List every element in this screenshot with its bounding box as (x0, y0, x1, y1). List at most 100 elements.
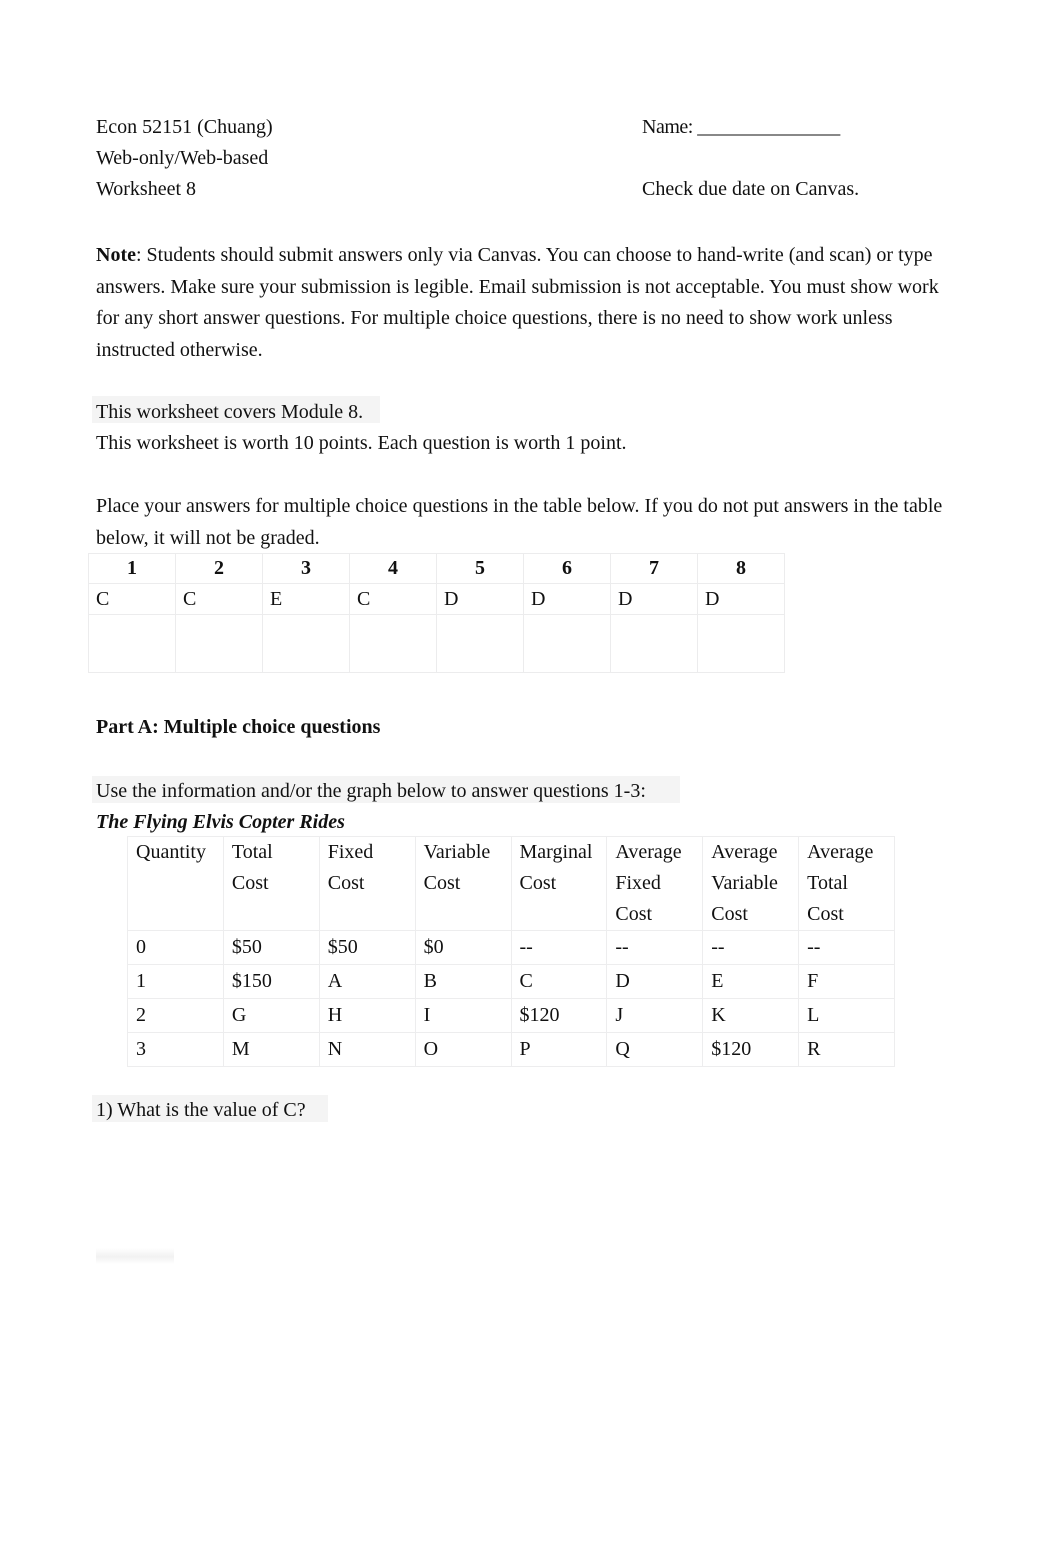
answer-number-cell: 7 (610, 553, 698, 584)
header-line: Quantity (136, 841, 206, 863)
header-line: Marginal (519, 841, 593, 863)
answer-number-row: 1 2 3 4 5 6 7 8 (88, 553, 785, 584)
cost-cell: P (510, 1032, 608, 1067)
cost-table-row: 3 M N O P Q $120 R (127, 1032, 895, 1067)
cost-cell: $150 (222, 964, 320, 999)
answer-value-cell[interactable]: D (610, 583, 698, 615)
cost-cell: H (318, 998, 416, 1033)
cost-cell: F (798, 964, 895, 999)
header-line: Total (807, 872, 848, 894)
firm-name-subheading: The Flying Elvis Copter Rides (96, 811, 345, 833)
answer-spacer-cell (523, 614, 611, 673)
header-line: Cost (327, 872, 365, 894)
answer-spacer-row (88, 614, 785, 673)
cost-cell: $120 (702, 1032, 800, 1067)
points-line: This worksheet is worth 10 points. Each … (96, 432, 627, 454)
note-label: Note (96, 244, 136, 266)
answer-number-cell: 8 (697, 553, 785, 584)
cost-table-row: 1 $150 A B C D E F (127, 964, 895, 999)
answer-number-cell: 5 (436, 553, 524, 584)
cost-table-header-cell: Total Cost (222, 836, 320, 931)
cost-cell: B (414, 964, 512, 999)
answer-number-cell: 6 (523, 553, 611, 584)
answer-number-cell: 2 (175, 553, 263, 584)
cost-cell: G (222, 998, 320, 1033)
cost-cell: $50 (318, 930, 416, 965)
answer-value-cell[interactable]: C (349, 583, 437, 615)
header-line: Cost (231, 872, 269, 894)
header-line: Cost (615, 903, 653, 925)
cost-cell: C (510, 964, 608, 999)
cost-cell: 3 (127, 1032, 224, 1067)
cost-cell: -- (702, 930, 800, 965)
cost-cell: $50 (222, 930, 320, 965)
cost-table-row: 2 G H I $120 J K L (127, 998, 895, 1033)
cost-cell: 0 (127, 930, 224, 965)
cost-data-table: Quantity Total Cost Fixed Cost Variable Cos… (127, 836, 895, 1067)
cost-cell: R (798, 1032, 895, 1067)
answer-spacer-cell (697, 614, 785, 673)
module-coverage-line: This worksheet covers Module 8. (96, 401, 364, 423)
cost-table-header-row: Quantity Total Cost Fixed Cost Variable Cos… (127, 836, 895, 931)
answer-value-cell[interactable]: D (436, 583, 524, 615)
answer-spacer-cell (610, 614, 698, 673)
header-line: Average (711, 841, 778, 863)
answer-spacer-cell (175, 614, 263, 673)
place-answers-instruction: Place your answers for multiple choice q… (96, 495, 943, 549)
header-line: Cost (423, 872, 461, 894)
cost-cell: -- (510, 930, 608, 965)
document-header: Econ 52151 (Chuang) Name: ______________… (96, 112, 976, 205)
header-line: Fixed (615, 872, 661, 894)
header-line: Cost (711, 903, 748, 925)
answer-number-cell: 3 (262, 553, 350, 584)
cost-cell: O (414, 1032, 512, 1067)
note-body: : Students should submit answers only vi… (96, 244, 939, 361)
header-line: Total (231, 841, 273, 863)
cost-table-header-cell: Marginal Cost (510, 836, 608, 931)
course-title: Econ 52151 (Chuang) (96, 116, 273, 138)
answer-value-cell[interactable]: D (697, 583, 785, 615)
cost-table-header-cell: Fixed Cost (318, 836, 416, 931)
answer-number-cell: 1 (88, 553, 176, 584)
course-modality: Web-only/Web-based (96, 147, 269, 169)
cost-cell: I (414, 998, 512, 1033)
cost-table-header-cell: Average Variable Cost (702, 836, 800, 931)
cost-cell: 2 (127, 998, 224, 1033)
name-field-label: Name: _______________ (642, 116, 840, 138)
answer-number-cell: 4 (349, 553, 437, 584)
due-date-note: Check due date on Canvas. (642, 178, 860, 200)
cost-cell: D (606, 964, 704, 999)
header-line: Variable (423, 841, 491, 863)
answer-value-cell[interactable]: C (88, 583, 176, 615)
worksheet-title: Worksheet 8 (96, 178, 197, 200)
answer-spacer-cell (262, 614, 350, 673)
header-line: Cost (519, 872, 557, 894)
cost-cell: K (702, 998, 800, 1033)
cost-cell: N (318, 1032, 416, 1067)
header-line-3: Worksheet 8 Check due date on Canvas. (96, 174, 976, 205)
answer-grid-table[interactable]: 1 2 3 4 5 6 7 8 C C E C D D D D (88, 553, 785, 673)
cost-cell: A (318, 964, 416, 999)
cost-table-header-cell: Average Total Cost (798, 836, 895, 931)
answer-spacer-cell (88, 614, 176, 673)
header-line-1: Econ 52151 (Chuang) Name: ______________… (96, 112, 976, 143)
answer-spacer-cell (349, 614, 437, 673)
header-line: Average (807, 841, 874, 863)
answer-value-row[interactable]: C C E C D D D D (88, 583, 785, 615)
answer-spacer-cell (436, 614, 524, 673)
cost-cell: $0 (414, 930, 512, 965)
cost-cell: -- (798, 930, 895, 965)
header-line: Cost (807, 903, 844, 925)
cost-cell: M (222, 1032, 320, 1067)
answer-value-cell[interactable]: E (262, 583, 350, 615)
document-page: Econ 52151 (Chuang) Name: ______________… (0, 0, 1062, 1556)
answer-value-cell[interactable]: C (175, 583, 263, 615)
use-information-instruction: Use the information and/or the graph bel… (96, 780, 646, 802)
cost-cell: Q (606, 1032, 704, 1067)
answer-value-cell[interactable]: D (523, 583, 611, 615)
header-line: Fixed (327, 841, 374, 863)
cost-table-header-cell: Average Fixed Cost (606, 836, 704, 931)
cost-cell: J (606, 998, 704, 1033)
cost-cell: 1 (127, 964, 224, 999)
scan-artifact-smudge (96, 1248, 174, 1264)
